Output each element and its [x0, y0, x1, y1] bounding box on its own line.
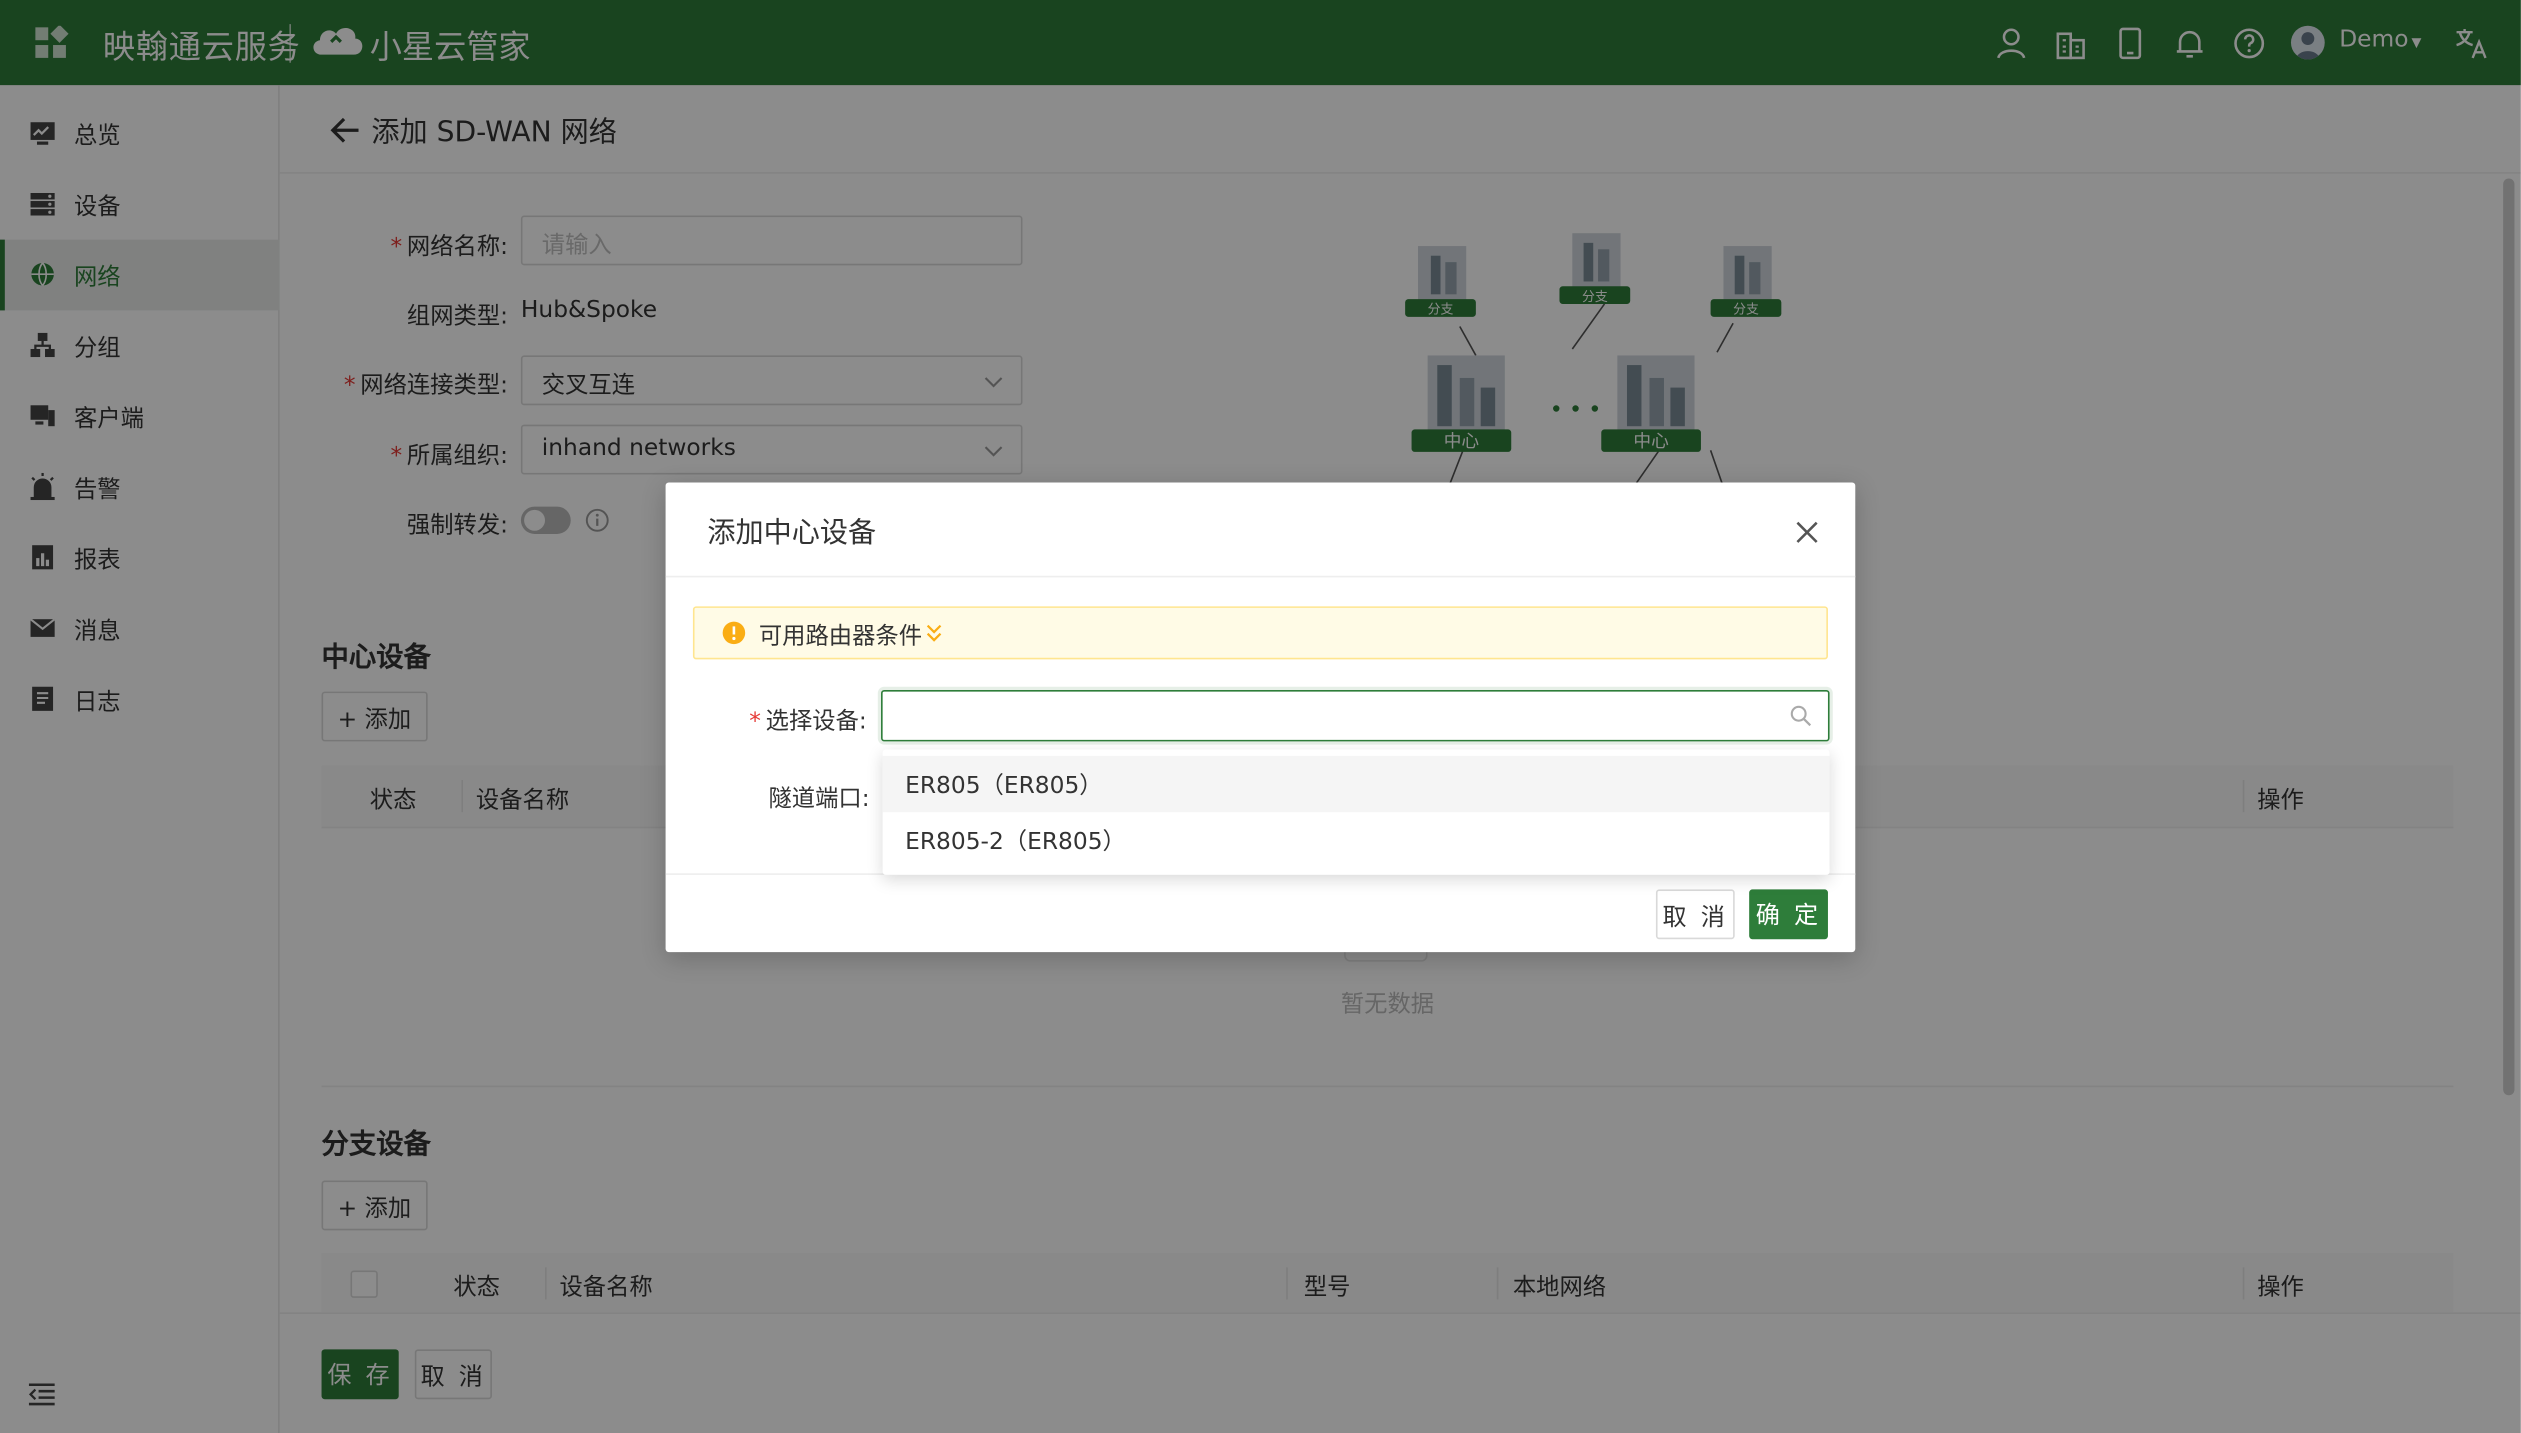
double-chevron-down-icon[interactable]	[924, 622, 943, 645]
search-icon	[1790, 705, 1812, 727]
modal-title: 添加中心设备	[707, 517, 877, 551]
device-dropdown: ER805（ER805） ER805-2（ER805）	[882, 749, 1830, 875]
add-hub-device-modal: 添加中心设备 可用路由器条件 * 选择设备: 隧道端口: 取 消 确 定	[665, 482, 1856, 953]
alert-text: 可用路由器条件	[758, 624, 923, 650]
required-mark: *	[749, 709, 761, 735]
device-search-input[interactable]	[881, 689, 1830, 742]
device-option[interactable]: ER805-2（ER805）	[883, 812, 1830, 868]
tunnel-port-label: 隧道端口:	[768, 786, 870, 813]
select-device-label-text: 选择设备:	[765, 709, 867, 735]
close-icon[interactable]	[1791, 516, 1823, 548]
select-device-label: * 选择设备:	[749, 703, 867, 737]
device-option[interactable]: ER805（ER805）	[882, 755, 1830, 813]
router-conditions-alert[interactable]: 可用路由器条件	[692, 606, 1828, 660]
modal-ok-button[interactable]: 确 定	[1749, 889, 1828, 940]
warning-icon	[722, 621, 746, 645]
modal-cancel-button[interactable]: 取 消	[1655, 889, 1735, 940]
modal-header-divider	[665, 575, 1856, 578]
